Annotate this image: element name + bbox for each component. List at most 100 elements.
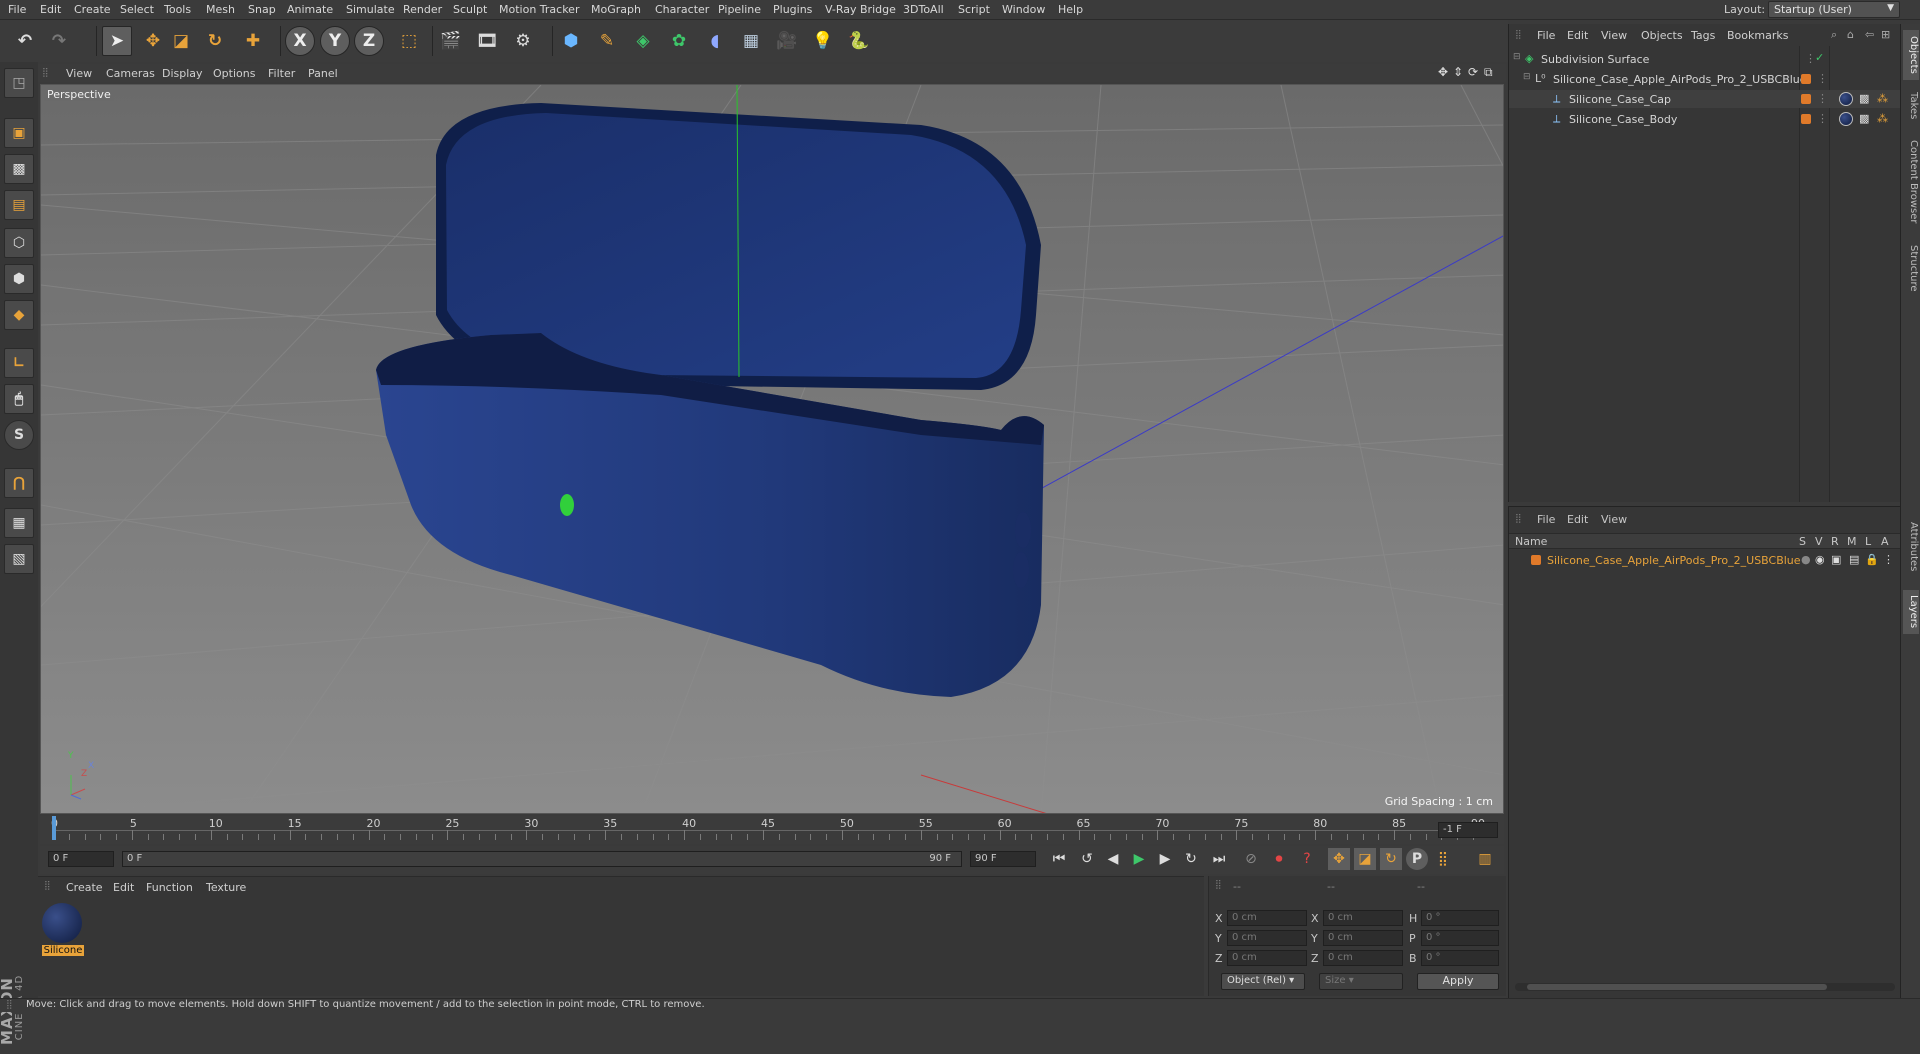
current-frame-field[interactable]: -1 F (1438, 822, 1498, 838)
coord-rot-b-field[interactable]: 0 ° (1421, 950, 1499, 966)
light-icon[interactable]: 💡 (808, 26, 838, 56)
visibility-dots-icon[interactable]: ⋮ (1817, 72, 1828, 85)
redo-icon[interactable]: ↷ (44, 26, 74, 56)
material-menu-function[interactable]: Function (146, 881, 193, 894)
coord-rot-p-field[interactable]: 0 ° (1421, 930, 1499, 946)
axis-mode-icon[interactable]: ∟ (4, 348, 34, 378)
menu-plugins[interactable]: Plugins (773, 3, 812, 16)
texture-mode-icon[interactable]: ▩ (4, 154, 34, 184)
viewport-menu-filter[interactable]: Filter (268, 67, 295, 80)
deformer-icon[interactable]: ◖ (700, 26, 730, 56)
object-menu-file[interactable]: File (1537, 29, 1555, 42)
auto-keyframe-icon[interactable]: ? (1296, 848, 1318, 870)
menu-create[interactable]: Create (74, 3, 111, 16)
layer-color-chip[interactable] (1801, 74, 1811, 84)
expand-toggle[interactable]: ⊟ (1523, 72, 1531, 82)
render-picture-viewer-icon[interactable]: 🎞 (472, 26, 502, 56)
coord-rot-h-field[interactable]: 0 ° (1421, 910, 1499, 926)
menu-sculpt[interactable]: Sculpt (453, 3, 487, 16)
model-mode-icon[interactable]: ▣ (4, 118, 34, 148)
play-icon[interactable]: ▶ (1128, 848, 1150, 870)
menu-motion-tracker[interactable]: Motion Tracker (499, 3, 579, 16)
magnet-icon[interactable]: ⋂ (4, 468, 34, 498)
layout-dropdown[interactable]: Startup (User) ▼ (1768, 1, 1900, 18)
go-to-end-icon[interactable]: ⏭ (1208, 848, 1230, 870)
python-icon[interactable]: 🐍 (844, 26, 874, 56)
tweak-mode-icon[interactable]: 🖱 (4, 384, 34, 414)
menu-file[interactable]: File (8, 3, 26, 16)
playhead[interactable] (52, 816, 56, 840)
object-row-case-null[interactable]: ⊟ L⁰ Silicone_Case_Apple_AirPods_Pro_2_U… (1509, 70, 1901, 88)
coord-pos-y-field[interactable]: 0 cm (1227, 930, 1307, 946)
render-toggle-icon[interactable]: ▣ (1831, 553, 1841, 566)
menu-mograph[interactable]: MoGraph (591, 3, 641, 16)
pen-spline-icon[interactable]: ✎ (592, 26, 622, 56)
start-frame-field[interactable]: 0 F (48, 851, 114, 867)
coord-size-y-field[interactable]: 0 cm (1323, 930, 1403, 946)
material-tag-icon[interactable] (1839, 92, 1853, 106)
polygons-mode-icon[interactable]: ◆ (4, 300, 34, 330)
material-swatch[interactable]: Silicone (42, 903, 84, 959)
menu-simulate[interactable]: Simulate (346, 3, 395, 16)
tab-content-browser[interactable]: Content Browser (1903, 132, 1919, 232)
planar-workplane-icon[interactable]: ▧ (4, 544, 34, 574)
key-rotation-icon[interactable]: ↻ (1380, 848, 1402, 870)
enabled-check-icon[interactable]: ✓ (1815, 51, 1824, 64)
menu-window[interactable]: Window (1002, 3, 1045, 16)
material-menu-edit[interactable]: Edit (113, 881, 134, 894)
layer-menu-file[interactable]: File (1537, 513, 1555, 526)
menu-animate[interactable]: Animate (287, 3, 333, 16)
layer-menu-view[interactable]: View (1601, 513, 1627, 526)
visibility-dots-icon[interactable]: ⋮ (1817, 112, 1828, 125)
scrollbar-thumb[interactable] (1527, 984, 1827, 990)
viewport-menu-view[interactable]: View (66, 67, 92, 80)
layer-row[interactable]: Silicone_Case_Apple_AirPods_Pro_2_USBCBl… (1509, 551, 1901, 569)
menu-mesh[interactable]: Mesh (206, 3, 235, 16)
coord-pos-z-field[interactable]: 0 cm (1227, 950, 1307, 966)
phong-tag-icon[interactable]: ⁂ (1877, 92, 1888, 105)
menu-3dtoall[interactable]: 3DToAll (903, 3, 944, 16)
tab-takes[interactable]: Takes (1903, 86, 1919, 126)
menu-script[interactable]: Script (958, 3, 990, 16)
eye-icon[interactable]: ◉ (1815, 553, 1825, 566)
key-scale-icon[interactable]: ◪ (1354, 848, 1376, 870)
texture-tag-icon[interactable]: ▩ (1859, 112, 1869, 125)
subdivision-generator-icon[interactable]: ◈ (628, 26, 658, 56)
material-tag-icon[interactable] (1839, 112, 1853, 126)
texture-tag-icon[interactable]: ▩ (1859, 92, 1869, 105)
object-menu-view[interactable]: View (1601, 29, 1627, 42)
tab-layers[interactable]: Layers (1903, 590, 1919, 634)
menu-vray-bridge[interactable]: V-Ray Bridge (825, 3, 896, 16)
coordinate-system-icon[interactable]: ⬚ (394, 26, 424, 56)
render-settings-icon[interactable]: ⚙ (508, 26, 538, 56)
expand-toggle[interactable]: ⊟ (1513, 52, 1521, 62)
object-menu-objects[interactable]: Objects (1641, 29, 1683, 42)
render-view-icon[interactable]: 🎬 (436, 26, 466, 56)
coord-size-dropdown[interactable]: Size ▾ (1319, 973, 1403, 990)
transform-icon[interactable]: ✚ (238, 26, 268, 56)
search-icon[interactable]: ⌕ (1831, 28, 1837, 42)
key-position-icon[interactable]: ✥ (1328, 848, 1350, 870)
menu-snap[interactable]: Snap (248, 3, 276, 16)
layer-color-chip[interactable] (1801, 114, 1811, 124)
phong-tag-icon[interactable]: ⁂ (1877, 112, 1888, 125)
move-icon[interactable]: ✥ (138, 26, 168, 56)
object-row-cap[interactable]: ⟂ Silicone_Case_Cap ⋮ ▩ ⁂ (1509, 90, 1901, 108)
tab-structure[interactable]: Structure (1903, 238, 1919, 298)
previous-key-icon[interactable]: ↺ (1076, 848, 1098, 870)
object-row-body[interactable]: ⟂ Silicone_Case_Body ⋮ ▩ ⁂ (1509, 110, 1901, 128)
viewport-menu-display[interactable]: Display (162, 67, 203, 80)
coord-size-x-field[interactable]: 0 cm (1323, 910, 1403, 926)
next-frame-icon[interactable]: ▶ (1154, 848, 1176, 870)
coord-mode-dropdown[interactable]: Object (Rel) ▾ (1221, 973, 1305, 990)
frame-range-slider[interactable]: 0 F 90 F (122, 851, 962, 867)
key-pla-icon[interactable]: ⣿ (1432, 848, 1454, 870)
object-menu-tags[interactable]: Tags (1691, 29, 1715, 42)
scale-icon[interactable]: ◪ (166, 26, 196, 56)
cube-icon[interactable]: ⬢ (556, 26, 586, 56)
material-menu-texture[interactable]: Texture (206, 881, 246, 894)
maximize-view-icon[interactable]: ⧉ (1484, 65, 1493, 80)
coord-size-z-field[interactable]: 0 cm (1323, 950, 1403, 966)
rotate-icon[interactable]: ↻ (200, 26, 230, 56)
menu-character[interactable]: Character (655, 3, 709, 16)
